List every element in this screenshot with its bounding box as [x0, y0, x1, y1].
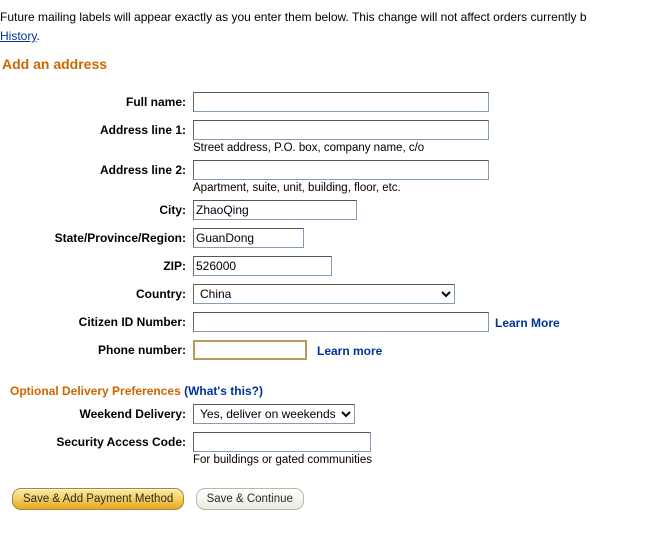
input-full-name[interactable]: [193, 92, 489, 112]
input-country[interactable]: China: [193, 284, 455, 304]
form-row-full-name: Full name:: [0, 92, 650, 120]
hint-address-line-2: Apartment, suite, unit, building, floor,…: [193, 182, 401, 194]
field-wrap-city: [193, 200, 357, 220]
hint-security-access-code: For buildings or gated communities: [193, 454, 372, 466]
label-phone-number: Phone number:: [97, 343, 186, 357]
field-wrap-full-name: [193, 92, 489, 112]
save-and-continue-button[interactable]: Save & Continue: [195, 488, 304, 510]
field-wrap-address-line-1: [193, 120, 489, 140]
input-phone-number[interactable]: [193, 340, 307, 360]
label-state-province-region: State/Province/Region:: [54, 231, 186, 245]
intro-paragraph: Future mailing labels will appear exactl…: [0, 9, 650, 25]
field-wrap-state-province-region: [193, 228, 304, 248]
field-wrap-weekend-delivery: Yes, deliver on weekends: [193, 404, 355, 424]
label-zip: ZIP:: [163, 259, 186, 273]
page-title: Add an address: [2, 56, 108, 72]
form-row-address-line-1: Address line 1: Street address, P.O. box,…: [0, 120, 650, 160]
input-state-province-region[interactable]: [193, 228, 304, 248]
form-actions: Save & Add Payment Method Save & Continu…: [12, 488, 304, 510]
input-zip[interactable]: [193, 256, 332, 276]
label-address-line-2: Address line 2:: [99, 163, 186, 177]
learn-more-link-phone-number[interactable]: Learn more: [317, 344, 382, 358]
field-wrap-security-access-code: [193, 432, 371, 452]
label-weekend-delivery: Weekend Delivery:: [79, 407, 187, 421]
form-row-security-access-code: Security Access Code: For buildings or ga…: [0, 432, 650, 472]
label-full-name: Full name:: [125, 95, 186, 109]
form-row-phone-number: Phone number: Learn more: [0, 340, 650, 368]
label-security-access-code: Security Access Code:: [56, 435, 186, 449]
optional-delivery-form: Weekend Delivery: Yes, deliver on weekend…: [0, 404, 650, 472]
label-address-line-1: Address line 1:: [99, 123, 186, 137]
form-row-country: Country: China: [0, 284, 650, 312]
field-wrap-address-line-2: [193, 160, 489, 180]
input-weekend-delivery[interactable]: Yes, deliver on weekends: [193, 404, 355, 424]
input-address-line-1[interactable]: [193, 120, 489, 140]
intro-text: Future mailing labels will appear exactl…: [0, 10, 587, 24]
save-and-add-payment-method-button[interactable]: Save & Add Payment Method: [12, 488, 185, 510]
label-country: Country:: [136, 287, 186, 301]
optional-delivery-label: Optional Delivery Preferences: [10, 384, 181, 398]
input-citizen-id-number[interactable]: [193, 312, 489, 332]
field-wrap-zip: [193, 256, 332, 276]
field-wrap-citizen-id-number: [193, 312, 489, 332]
input-city[interactable]: [193, 200, 357, 220]
input-security-access-code[interactable]: [193, 432, 371, 452]
whats-this-link[interactable]: (What's this?): [184, 384, 263, 398]
intro-period: .: [36, 29, 40, 43]
form-row-state-province-region: State/Province/Region:: [0, 228, 650, 256]
form-row-weekend-delivery: Weekend Delivery: Yes, deliver on weekend…: [0, 404, 650, 432]
form-row-city: City:: [0, 200, 650, 228]
form-row-citizen-id-number: Citizen ID Number: Learn More: [0, 312, 650, 340]
field-wrap-phone-number: [193, 340, 307, 360]
field-wrap-country: China: [193, 284, 455, 304]
form-row-address-line-2: Address line 2: Apartment, suite, unit, b…: [0, 160, 650, 200]
hint-address-line-1: Street address, P.O. box, company name, …: [193, 142, 425, 154]
address-form: Full name: Address line 1: Street address,…: [0, 92, 650, 368]
intro-paragraph-line2: History.: [0, 28, 40, 44]
optional-delivery-heading: Optional Delivery Preferences (What's th…: [10, 384, 263, 398]
order-history-link[interactable]: History: [0, 29, 36, 43]
input-address-line-2[interactable]: [193, 160, 489, 180]
form-row-zip: ZIP:: [0, 256, 650, 284]
label-city: City:: [159, 203, 186, 217]
label-citizen-id-number: Citizen ID Number:: [78, 315, 186, 329]
learn-more-link-citizen-id-number[interactable]: Learn More: [495, 316, 560, 330]
